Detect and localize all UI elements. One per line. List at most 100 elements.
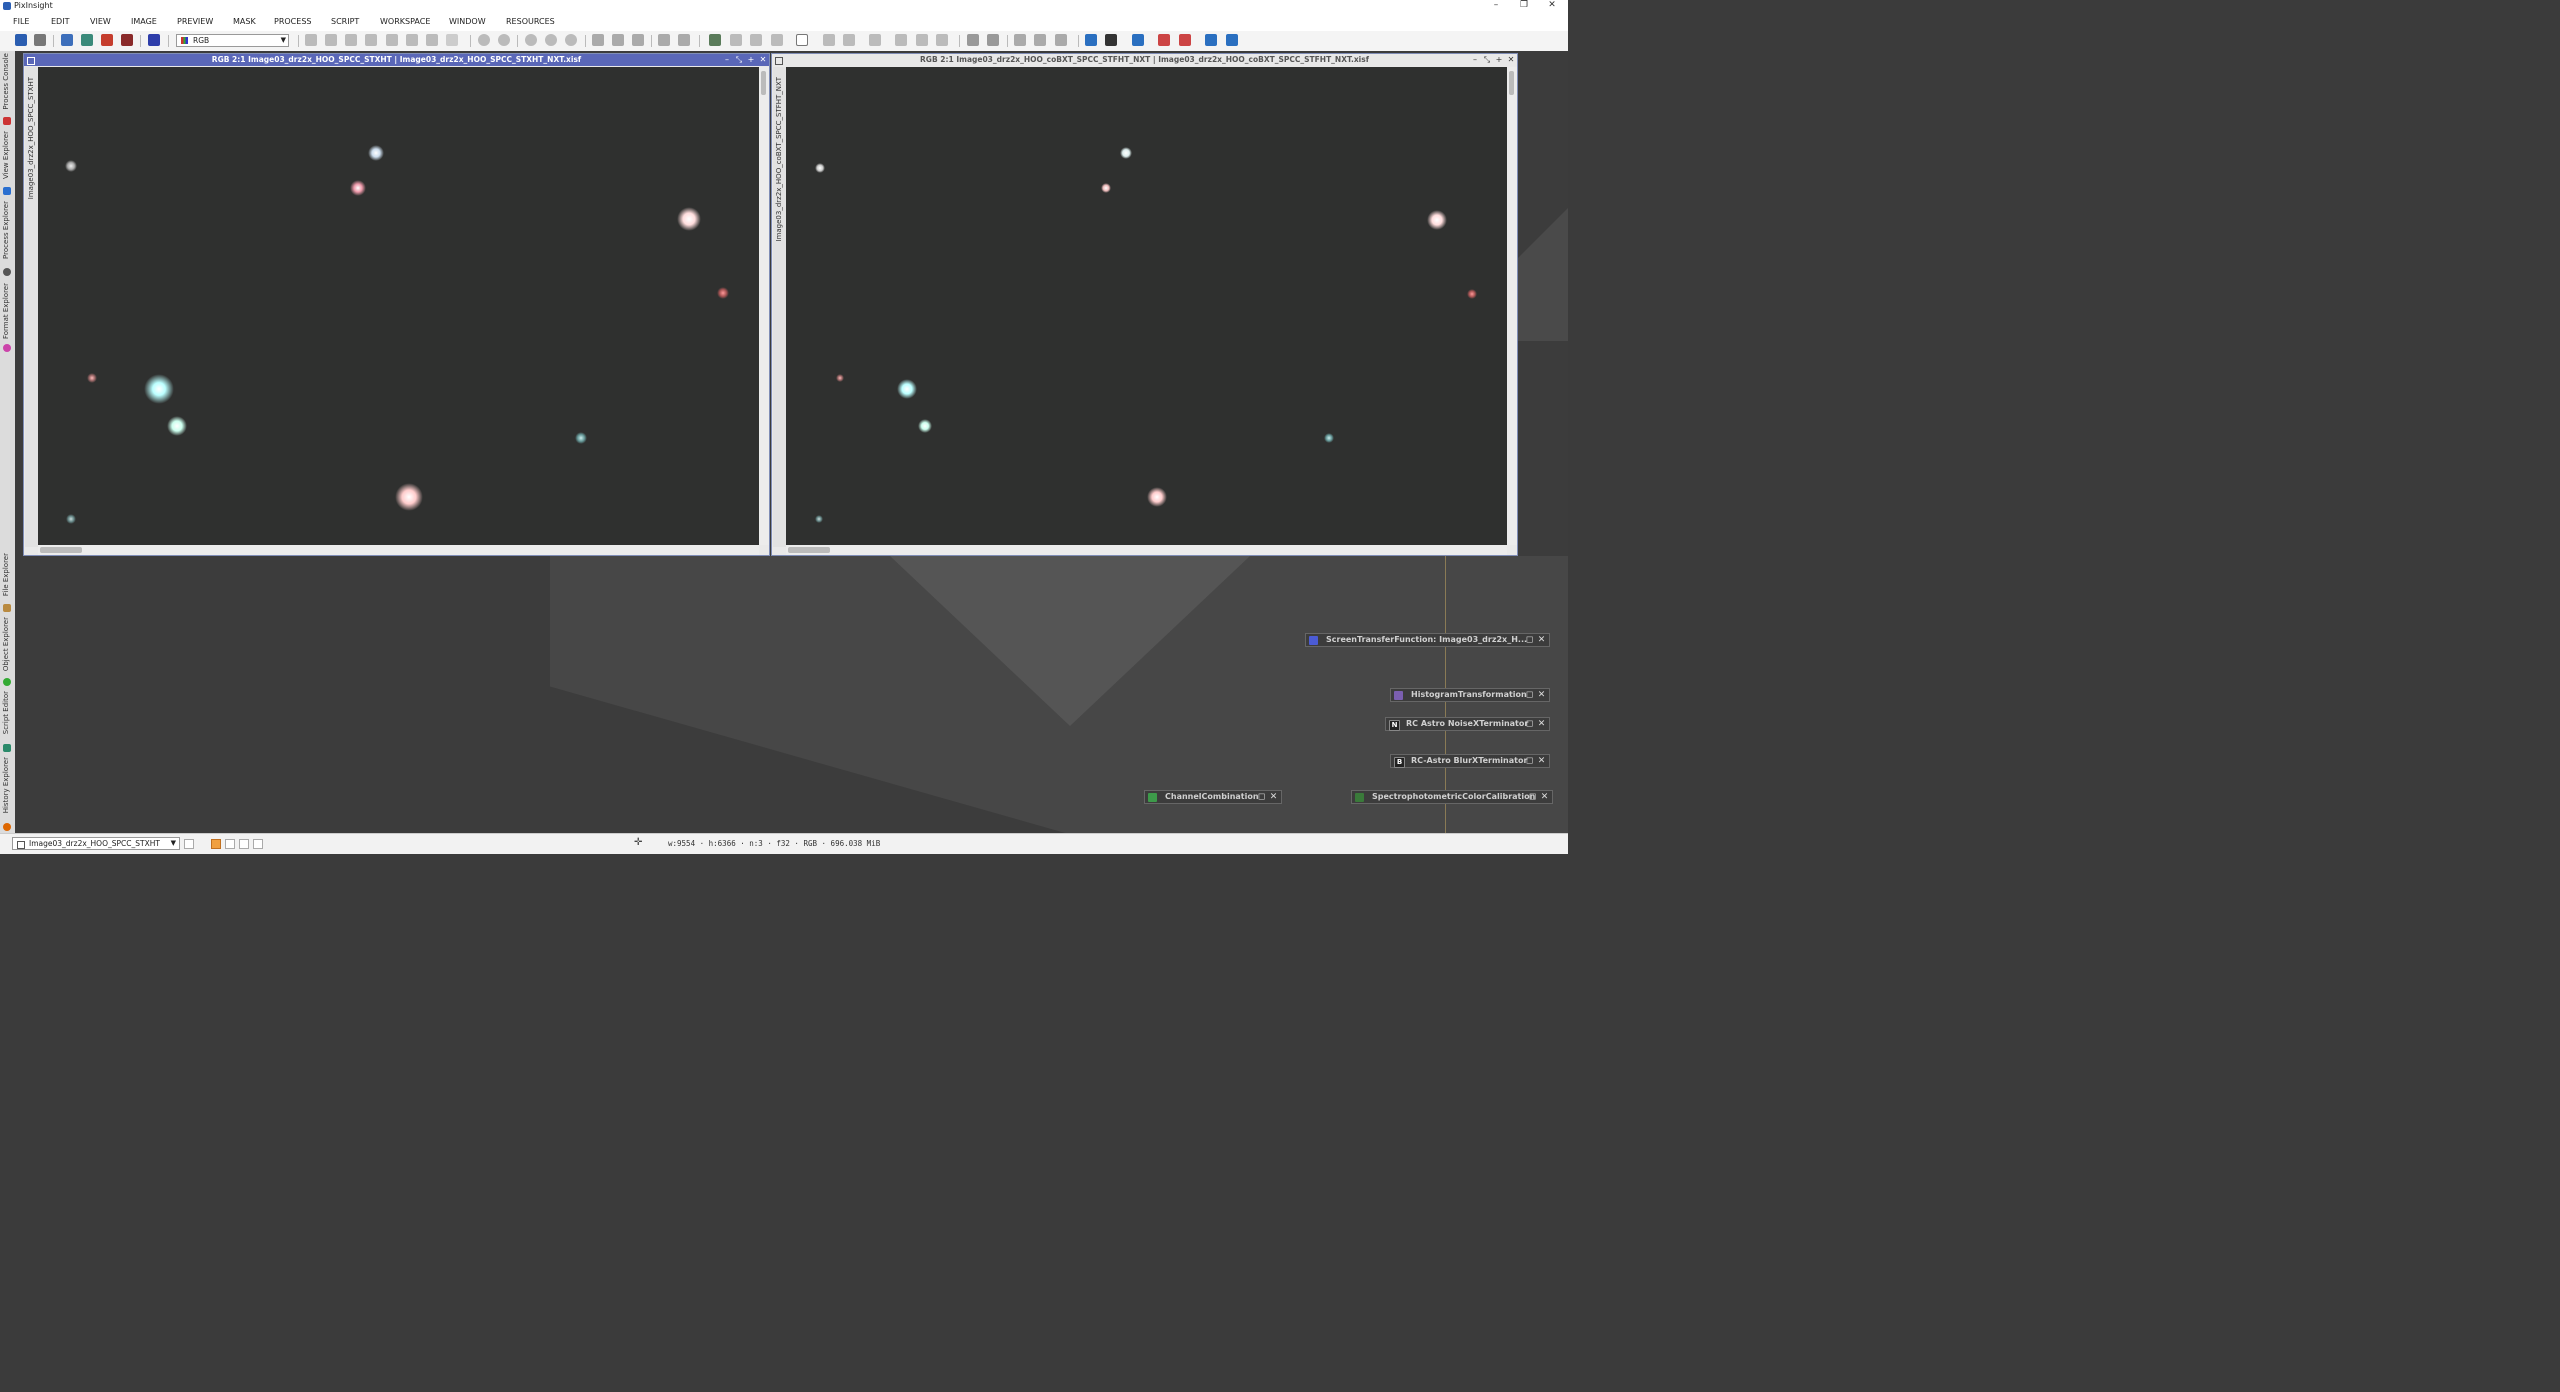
- restore-icon[interactable]: ◻: [1524, 634, 1535, 646]
- window-menu-icon[interactable]: [775, 57, 783, 65]
- restore-icon[interactable]: ◻: [1256, 791, 1267, 803]
- process-icon-blurxterminator[interactable]: B RC-Astro BlurXTerminator ◻ ✕: [1390, 754, 1550, 768]
- menu-image[interactable]: IMAGE: [131, 17, 157, 26]
- channel-b-icon[interactable]: [869, 34, 881, 46]
- channel-l-icon[interactable]: [895, 34, 907, 46]
- channel-g-icon[interactable]: [843, 34, 855, 46]
- pointer-icon[interactable]: [446, 34, 458, 46]
- restore-icon[interactable]: ◻: [1524, 755, 1535, 767]
- channel-rgb-icon[interactable]: [916, 34, 928, 46]
- explorer-icon[interactable]: [967, 34, 979, 46]
- image-window-right[interactable]: RGB 2:1 Image03_drz2x_HOO_coBXT_SPCC_STF…: [771, 53, 1518, 556]
- close-icon[interactable]: ✕: [1536, 634, 1547, 646]
- new-preview-icon[interactable]: [426, 34, 438, 46]
- window-title[interactable]: RGB 2:1 Image03_drz2x_HOO_coBXT_SPCC_STF…: [772, 54, 1517, 66]
- workspace-2-icon[interactable]: [1105, 34, 1117, 46]
- zoom-fit-icon[interactable]: [325, 34, 337, 46]
- channel-a-icon[interactable]: [936, 34, 948, 46]
- sidebar-item-view-explorer[interactable]: View Explorer: [0, 131, 15, 195]
- stf-link-icon[interactable]: [730, 34, 742, 46]
- channel-r-icon[interactable]: [823, 34, 835, 46]
- sidebar-item-object-explorer[interactable]: Object Explorer: [0, 617, 15, 687]
- maximize-icon[interactable]: ❐: [1512, 0, 1536, 10]
- tile-view-icon[interactable]: [678, 34, 690, 46]
- menu-window[interactable]: WINDOW: [449, 17, 486, 26]
- menu-view[interactable]: VIEW: [90, 17, 111, 26]
- horizontal-scrollbar[interactable]: [786, 545, 1507, 555]
- stf-auto-icon[interactable]: [709, 34, 721, 46]
- view-tab[interactable]: Image03_drz2x_HOO_coBXT_SPCC_STFHT_NXT: [773, 67, 786, 547]
- view-selector[interactable]: Image03_drz2x_HOO_SPCC_STXHT ▼: [12, 837, 180, 850]
- maximize-icon[interactable]: +: [745, 54, 757, 66]
- minimize-icon[interactable]: –: [1484, 0, 1508, 10]
- menu-preview[interactable]: PREVIEW: [177, 17, 213, 26]
- stf-reset-icon[interactable]: [750, 34, 762, 46]
- close-icon[interactable]: ✕: [1539, 791, 1550, 803]
- process-icon-spcc[interactable]: SpectrophotometricColorCalibration ◻ ✕: [1351, 790, 1553, 804]
- shade-icon[interactable]: –: [721, 54, 733, 66]
- sidebar-item-history-explorer[interactable]: History Explorer: [0, 757, 15, 831]
- close-icon[interactable]: ✕: [1505, 54, 1517, 66]
- save-icon[interactable]: [101, 34, 113, 46]
- zoom-1-1-icon[interactable]: [525, 34, 537, 46]
- vertical-scrollbar[interactable]: [759, 67, 769, 545]
- horizontal-scrollbar[interactable]: [38, 545, 759, 555]
- arrange-icons-icon[interactable]: [1055, 34, 1067, 46]
- vertical-scrollbar[interactable]: [1507, 67, 1517, 545]
- workspace-4-icon[interactable]: [1158, 34, 1170, 46]
- process-icon-screentransferfunction[interactable]: ScreenTransferFunction: Image03_drz2x_H.…: [1305, 633, 1550, 647]
- menu-mask[interactable]: MASK: [233, 17, 256, 26]
- workspace-6-icon[interactable]: [1205, 34, 1217, 46]
- zoom-1-2-icon[interactable]: [565, 34, 577, 46]
- undo-icon[interactable]: [15, 34, 27, 46]
- workspace-7-icon[interactable]: [1226, 34, 1238, 46]
- shade-icon[interactable]: –: [1469, 54, 1481, 66]
- stf-boost-icon[interactable]: [771, 34, 783, 46]
- tile-vertical-icon[interactable]: [1034, 34, 1046, 46]
- split-view-icon[interactable]: [658, 34, 670, 46]
- close-icon[interactable]: ✕: [757, 54, 769, 66]
- channel-select[interactable]: RGB ▼: [176, 34, 289, 47]
- preview-color-icon[interactable]: [211, 839, 221, 849]
- fit-view-icon[interactable]: [345, 34, 357, 46]
- tile-horizontal-icon[interactable]: [1014, 34, 1026, 46]
- close-icon[interactable]: ✕: [1536, 718, 1547, 730]
- preview-slot-icon[interactable]: [225, 839, 235, 849]
- process-icon-noisexterminator[interactable]: N RC Astro NoiseXTerminator ◻ ✕: [1385, 717, 1550, 731]
- sidebar-item-process-console[interactable]: Process Console: [0, 53, 15, 125]
- restore-icon[interactable]: ◻: [1524, 689, 1535, 701]
- image-canvas[interactable]: [786, 67, 1507, 545]
- close-icon[interactable]: ✕: [1536, 755, 1547, 767]
- workspace-1-icon[interactable]: [1085, 34, 1097, 46]
- restore-icon[interactable]: ◻: [1524, 718, 1535, 730]
- image-window-left[interactable]: RGB 2:1 Image03_drz2x_HOO_SPCC_STXHT | I…: [23, 53, 770, 556]
- iconize-icon[interactable]: ⤡: [1481, 54, 1493, 66]
- zoom-out-icon[interactable]: [498, 34, 510, 46]
- close-icon[interactable]: ✕: [1540, 0, 1564, 10]
- zoom-2-1-icon[interactable]: [545, 34, 557, 46]
- maximize-icon[interactable]: +: [1493, 54, 1505, 66]
- save-as-icon[interactable]: [121, 34, 133, 46]
- view-mode-icon[interactable]: [184, 839, 194, 849]
- window-title[interactable]: RGB 2:1 Image03_drz2x_HOO_SPCC_STXHT | I…: [24, 54, 769, 66]
- image-canvas[interactable]: [38, 67, 759, 545]
- view-tab[interactable]: Image03_drz2x_HOO_SPCC_STXHT: [25, 67, 38, 547]
- cascade-icon[interactable]: [987, 34, 999, 46]
- menu-edit[interactable]: EDIT: [51, 17, 69, 26]
- edit-preview-icon[interactable]: [406, 34, 418, 46]
- menu-file[interactable]: FILE: [13, 17, 29, 26]
- window-menu-icon[interactable]: [27, 57, 35, 65]
- preview-slot-icon[interactable]: [239, 839, 249, 849]
- open-icon[interactable]: [81, 34, 93, 46]
- close-icon[interactable]: ✕: [1536, 689, 1547, 701]
- readout-mode-icon[interactable]: [305, 34, 317, 46]
- menu-process[interactable]: PROCESS: [274, 17, 311, 26]
- sidebar-item-file-explorer[interactable]: File Explorer: [0, 553, 15, 613]
- restore-icon[interactable]: ◻: [1527, 791, 1538, 803]
- sidebar-item-process-explorer[interactable]: Process Explorer: [0, 201, 15, 277]
- iconize-icon[interactable]: ⤡: [733, 54, 745, 66]
- menu-workspace[interactable]: WORKSPACE: [380, 17, 430, 26]
- fit-window-icon[interactable]: [592, 34, 604, 46]
- menu-resources[interactable]: RESOURCES: [506, 17, 555, 26]
- workspace-5-icon[interactable]: [1179, 34, 1191, 46]
